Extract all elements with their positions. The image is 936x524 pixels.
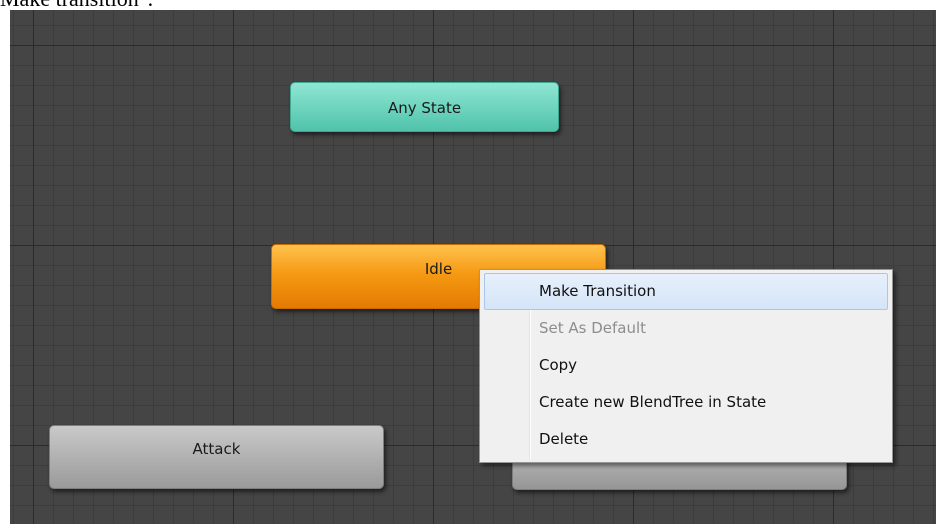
state-node-label: Any State — [387, 99, 462, 117]
screenshot: Make transition". Any State Idle Attack … — [0, 0, 936, 524]
state-node-label: Attack — [192, 440, 241, 458]
menu-item-set-as-default[interactable]: Set As Default — [484, 310, 888, 347]
state-node-any-state[interactable]: Any State — [290, 82, 559, 132]
menu-item-delete[interactable]: Delete — [484, 421, 888, 458]
state-node-attack[interactable]: Attack — [49, 425, 384, 489]
menu-item-label: Set As Default — [539, 319, 647, 337]
state-context-menu: Make Transition Set As Default Copy Crea… — [479, 269, 893, 463]
state-node-label: Idle — [424, 260, 453, 278]
menu-item-make-transition[interactable]: Make Transition — [484, 273, 888, 310]
menu-item-create-blendtree[interactable]: Create new BlendTree in State — [484, 384, 888, 421]
menu-item-label: Create new BlendTree in State — [539, 393, 767, 411]
menu-item-label: Copy — [539, 356, 578, 374]
menu-item-copy[interactable]: Copy — [484, 347, 888, 384]
menu-item-label: Make Transition — [539, 282, 656, 300]
menu-item-label: Delete — [539, 430, 589, 448]
